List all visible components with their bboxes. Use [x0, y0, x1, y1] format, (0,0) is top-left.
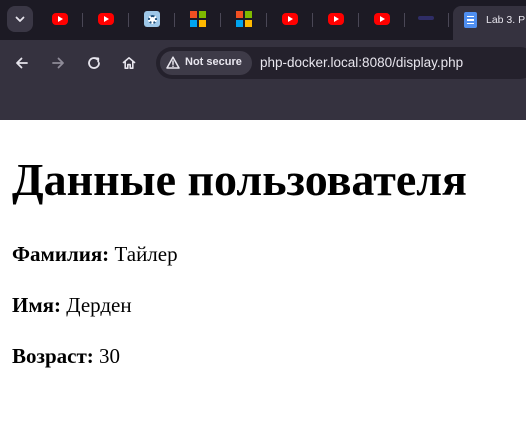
tab-divider: [448, 13, 449, 27]
tab-youtube-5[interactable]: [374, 11, 390, 27]
field-label: Возраст:: [12, 344, 94, 368]
field-label: Имя:: [12, 293, 61, 317]
tab-youtube-4[interactable]: [328, 11, 344, 27]
tab-divider: [128, 13, 129, 27]
reload-icon: [88, 57, 100, 69]
youtube-icon: [282, 13, 298, 25]
tab-youtube-2[interactable]: [98, 11, 114, 27]
tab-microsoft-1[interactable]: [190, 11, 206, 27]
tab-settings-app[interactable]: [144, 11, 160, 27]
field-value: 30: [99, 344, 121, 368]
page-title: Данные пользователя: [12, 154, 467, 205]
field-value: Тайлер: [114, 242, 178, 266]
arrow-left-icon: [16, 57, 28, 69]
tab-youtube-1[interactable]: [52, 11, 68, 27]
field-first-name: Имя: Дерден: [12, 295, 132, 316]
security-label: Not secure: [185, 56, 242, 68]
docs-icon: [464, 12, 477, 28]
active-tab-title[interactable]: Lab 3. P: [486, 14, 526, 26]
warning-icon: [166, 56, 180, 69]
tab-microsoft-2[interactable]: [236, 11, 252, 27]
youtube-icon: [98, 13, 114, 25]
toolbar-bottom-strip: [0, 86, 526, 120]
tab-divider: [358, 13, 359, 27]
tab-divider: [312, 13, 313, 27]
settings-app-icon: [144, 11, 160, 27]
tab-strip: Lab 3. P: [0, 0, 526, 40]
forward-button[interactable]: [48, 53, 68, 73]
field-label: Фамилия:: [12, 242, 110, 266]
youtube-icon: [374, 13, 390, 25]
tab-divider: [220, 13, 221, 27]
tab-divider: [404, 13, 405, 27]
back-button[interactable]: [12, 53, 32, 73]
field-last-name: Фамилия: Тайлер: [12, 244, 178, 265]
home-icon: [122, 57, 136, 69]
microsoft-icon: [190, 11, 206, 27]
reload-button[interactable]: [84, 53, 104, 73]
tab-youtube-3[interactable]: [282, 11, 298, 27]
docs-tab-favicon: [463, 12, 479, 28]
url-text[interactable]: php-docker.local:8080/display.php: [260, 55, 463, 70]
page-content: Данные пользователя Фамилия: Тайлер Имя:…: [0, 120, 526, 431]
youtube-icon: [52, 13, 68, 25]
home-button[interactable]: [119, 53, 139, 73]
youtube-icon: [328, 13, 344, 25]
tab-icon-dim[interactable]: [418, 16, 434, 20]
microsoft-icon: [236, 11, 252, 27]
chevron-down-icon: [15, 16, 25, 22]
tab-divider: [174, 13, 175, 27]
tab-search-button[interactable]: [7, 6, 33, 32]
tab-divider: [82, 13, 83, 27]
field-age: Возраст: 30: [12, 346, 120, 367]
tab-divider: [266, 13, 267, 27]
arrow-right-icon: [52, 57, 64, 69]
field-value: Дерден: [66, 293, 132, 317]
